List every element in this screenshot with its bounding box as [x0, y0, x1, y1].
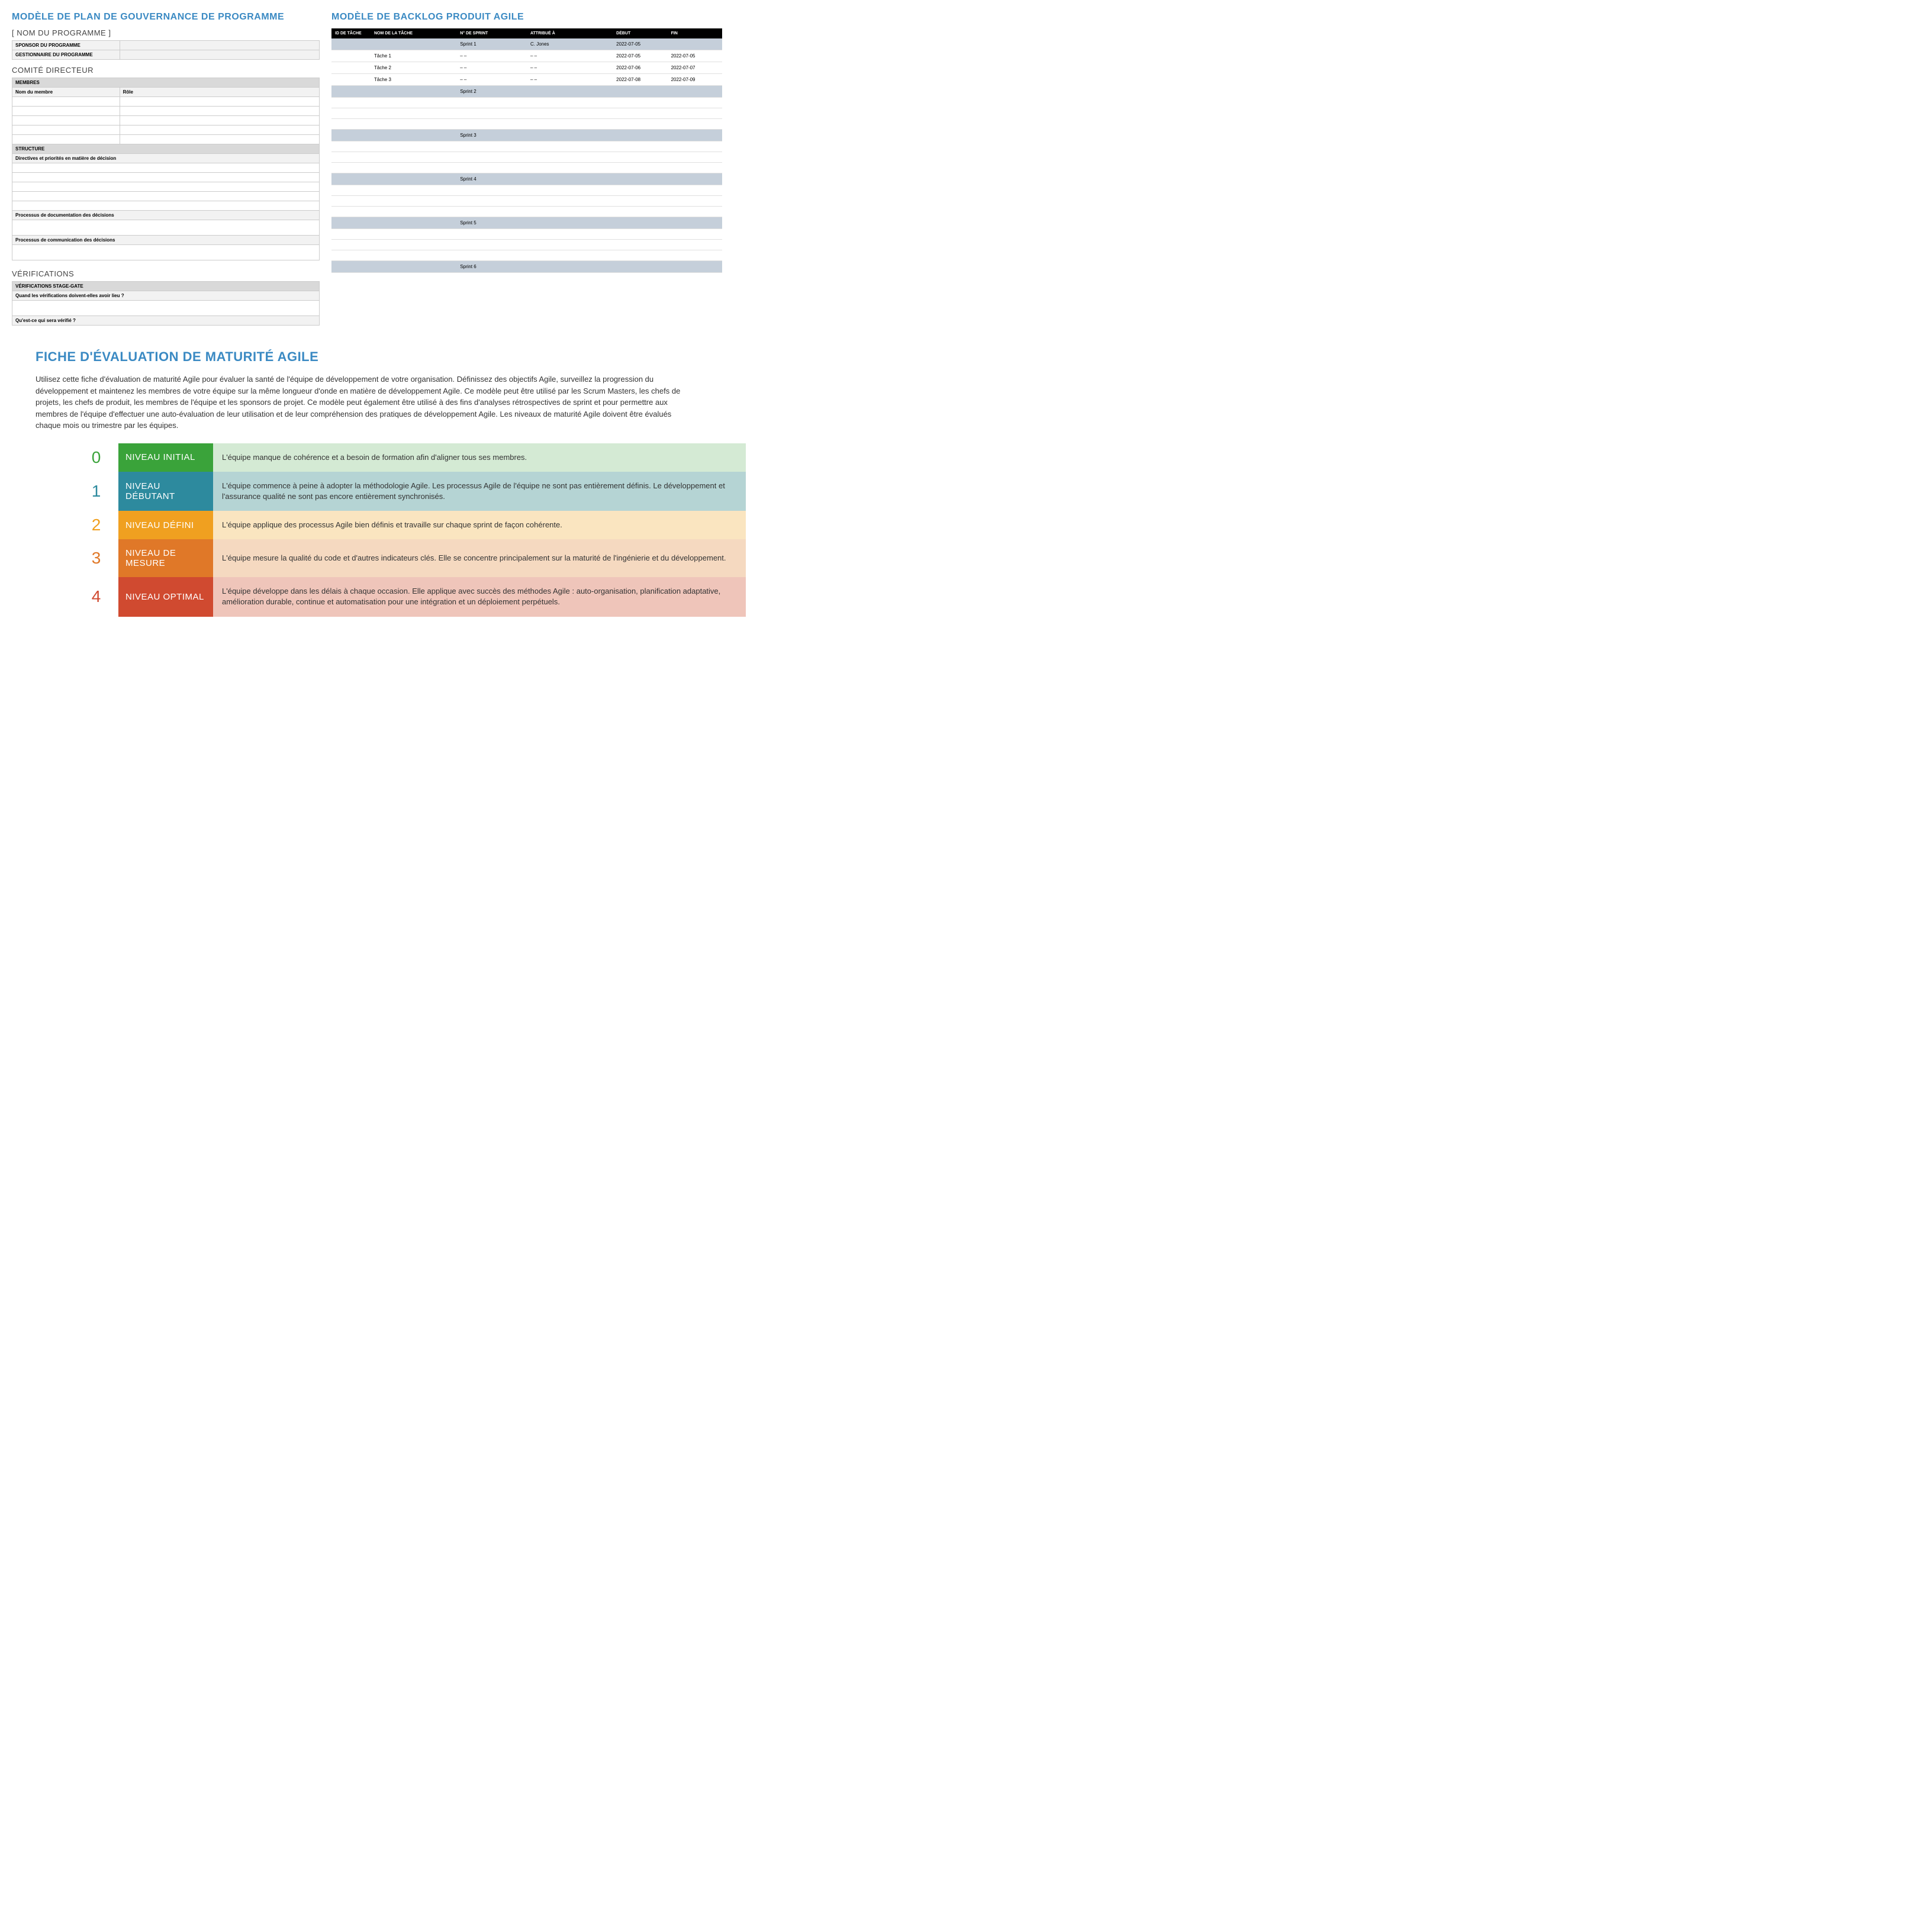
sponsor-label: SPONSOR DU PROGRAMME: [12, 41, 120, 50]
maturity-description: Utilisez cette fiche d'évaluation de mat…: [36, 373, 698, 432]
maturity-level-row: 0NIVEAU INITIALL'équipe manque de cohére…: [83, 443, 746, 472]
structure-label: STRUCTURE: [12, 144, 320, 154]
sprint-row: Sprint 1C. Jones2022-07-05: [331, 38, 722, 50]
sprint-row: Sprint 2: [331, 86, 722, 98]
assigned-header: ATTRIBUÉ À: [527, 28, 613, 38]
task-row: Tâche 3– –– –2022-07-082022-07-09: [331, 74, 722, 86]
manager-label: GESTIONNAIRE DU PROGRAMME: [12, 50, 120, 60]
task-id-header: ID DE TÂCHE: [331, 28, 371, 38]
maturity-level-text: L'équipe commence à peine à adopter la m…: [213, 472, 746, 511]
when-verif: Quand les vérifications doivent-elles av…: [12, 291, 320, 301]
committee-table: MEMBRES Nom du membreRôle STRUCTURE Dire…: [12, 78, 320, 260]
manager-value[interactable]: [120, 50, 319, 60]
maturity-panel: FICHE D'ÉVALUATION DE MATURITÉ AGILE Uti…: [12, 337, 722, 629]
verifications-table: VÉRIFICATIONS STAGE-GATE Quand les vérif…: [12, 281, 320, 326]
members-label: MEMBRES: [12, 78, 320, 88]
backlog-header-row: ID DE TÂCHE NOM DE LA TÂCHE N° DE SPRINT…: [331, 28, 722, 38]
maturity-level-label: NIVEAU DE MESURE: [118, 539, 213, 577]
what-verif: Qu'est-ce qui sera vérifié ?: [12, 316, 320, 326]
task-row: [331, 240, 722, 250]
doc-process: Processus de documentation des décisions: [12, 211, 320, 220]
decision-directives: Directives et priorités en matière de dé…: [12, 154, 320, 163]
maturity-level-text: L'équipe mesure la qualité du code et d'…: [213, 539, 746, 577]
committee-title: COMITÉ DIRECTEUR: [12, 66, 320, 75]
role-header: Rôle: [120, 88, 319, 97]
task-row: Tâche 1– –– –2022-07-052022-07-05: [331, 50, 722, 62]
maturity-levels-table: 0NIVEAU INITIALL'équipe manque de cohére…: [83, 443, 746, 617]
task-row: [331, 108, 722, 119]
backlog-panel: MODÈLE DE BACKLOG PRODUIT AGILE ID DE TÂ…: [331, 12, 722, 326]
maturity-level-label: NIVEAU OPTIMAL: [118, 577, 213, 616]
task-row: [331, 163, 722, 173]
comm-process: Processus de communication des décisions: [12, 236, 320, 245]
maturity-level-label: NIVEAU INITIAL: [118, 443, 213, 472]
task-row: [331, 207, 722, 217]
maturity-level-row: 3NIVEAU DE MESUREL'équipe mesure la qual…: [83, 539, 746, 577]
stage-gate-label: VÉRIFICATIONS STAGE-GATE: [12, 282, 320, 291]
maturity-level-text: L'équipe applique des processus Agile bi…: [213, 511, 746, 539]
maturity-level-number: 2: [83, 511, 118, 539]
maturity-level-number: 0: [83, 443, 118, 472]
task-row: [331, 141, 722, 152]
maturity-level-number: 4: [83, 577, 118, 616]
maturity-level-row: 1NIVEAU DÉBUTANTL'équipe commence à pein…: [83, 472, 746, 511]
governance-title: MODÈLE DE PLAN DE GOUVERNANCE DE PROGRAM…: [12, 12, 320, 22]
sprint-row: Sprint 3: [331, 130, 722, 141]
maturity-level-label: NIVEAU DÉFINI: [118, 511, 213, 539]
maturity-level-number: 3: [83, 539, 118, 577]
sprint-row: Sprint 4: [331, 173, 722, 185]
task-row: [331, 229, 722, 240]
maturity-level-row: 4NIVEAU OPTIMALL'équipe développe dans l…: [83, 577, 746, 616]
task-row: [331, 196, 722, 207]
task-row: Tâche 2– –– –2022-07-062022-07-07: [331, 62, 722, 74]
task-row: [331, 250, 722, 261]
start-header: DÉBUT: [613, 28, 667, 38]
task-row: [331, 152, 722, 163]
task-name-header: NOM DE LA TÂCHE: [371, 28, 456, 38]
maturity-level-row: 2NIVEAU DÉFINIL'équipe applique des proc…: [83, 511, 746, 539]
end-header: FIN: [668, 28, 722, 38]
backlog-title: MODÈLE DE BACKLOG PRODUIT AGILE: [331, 12, 722, 22]
maturity-level-number: 1: [83, 472, 118, 511]
member-cell[interactable]: [12, 97, 120, 107]
governance-info-table: SPONSOR DU PROGRAMME GESTIONNAIRE DU PRO…: [12, 40, 320, 60]
sprint-row: Sprint 5: [331, 217, 722, 229]
member-name-header: Nom du membre: [12, 88, 120, 97]
maturity-title: FICHE D'ÉVALUATION DE MATURITÉ AGILE: [36, 349, 698, 365]
sprint-row: Sprint 6: [331, 261, 722, 273]
governance-panel: MODÈLE DE PLAN DE GOUVERNANCE DE PROGRAM…: [12, 12, 320, 326]
sprint-no-header: N° DE SPRINT: [456, 28, 527, 38]
maturity-level-text: L'équipe développe dans les délais à cha…: [213, 577, 746, 616]
task-row: [331, 119, 722, 130]
role-cell[interactable]: [120, 97, 319, 107]
verifications-title: VÉRIFICATIONS: [12, 269, 320, 278]
task-row: [331, 185, 722, 196]
sponsor-value[interactable]: [120, 41, 319, 50]
program-name: [ NOM DU PROGRAMME ]: [12, 28, 320, 37]
backlog-table: ID DE TÂCHE NOM DE LA TÂCHE N° DE SPRINT…: [331, 28, 722, 273]
maturity-level-label: NIVEAU DÉBUTANT: [118, 472, 213, 511]
task-row: [331, 98, 722, 108]
maturity-level-text: L'équipe manque de cohérence et a besoin…: [213, 443, 746, 472]
